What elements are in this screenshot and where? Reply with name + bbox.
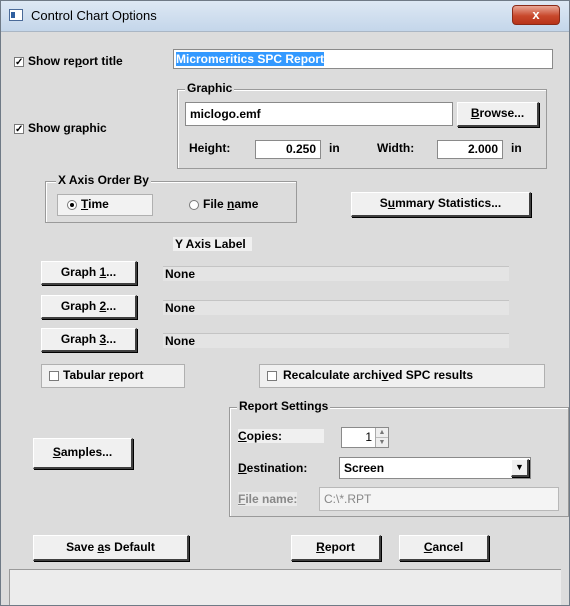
time-radio-label[interactable]: Time [81, 197, 109, 211]
control-chart-options-dialog: Control Chart Options x ✓ Show report ti… [0, 0, 570, 606]
close-button[interactable]: x [512, 5, 560, 25]
copies-label: Copies: [238, 429, 324, 443]
time-radio[interactable] [67, 200, 77, 210]
height-label: Height: [189, 141, 231, 155]
spinner-up-icon[interactable]: ▲ [376, 428, 388, 438]
app-window-icon [9, 9, 23, 21]
graph-3-y-axis-label: None [163, 333, 509, 348]
width-unit: in [511, 141, 522, 155]
report-title-input[interactable]: Micromeritics SPC Report [173, 49, 553, 69]
status-bar [9, 569, 561, 605]
graphic-group-title: Graphic [185, 81, 235, 95]
copies-spinner[interactable]: ▲ ▼ [375, 428, 388, 447]
graph-2-button[interactable]: Graph 2... [41, 295, 137, 319]
graph-2-y-axis-label: None [163, 300, 509, 315]
show-report-title-label[interactable]: Show report title [28, 54, 123, 68]
destination-select[interactable]: Screen [339, 457, 531, 479]
title-bar[interactable]: Control Chart Options x [1, 1, 569, 32]
file-name-radio[interactable] [189, 200, 199, 210]
file-name-label: File name: [238, 492, 298, 506]
report-settings-title: Report Settings [237, 399, 331, 413]
recalculate-label[interactable]: Recalculate archived SPC results [283, 368, 473, 382]
report-button[interactable]: Report [291, 535, 381, 561]
recalculate-checkbox[interactable] [267, 371, 277, 381]
file-name-radio-label[interactable]: File name [203, 197, 258, 211]
width-label: Width: [377, 141, 415, 155]
window-title: Control Chart Options [31, 8, 157, 23]
summary-statistics-button[interactable]: Summary Statistics... [351, 192, 531, 217]
destination-label: Destination: [238, 461, 308, 475]
height-unit: in [329, 141, 340, 155]
save-as-default-button[interactable]: Save as Default [33, 535, 189, 561]
graphic-file-input[interactable]: miclogo.emf [185, 102, 453, 126]
width-input[interactable]: 2.000 [437, 140, 503, 159]
height-input[interactable]: 0.250 [255, 140, 321, 159]
file-name-input: C:\*.RPT [319, 487, 559, 511]
cancel-button[interactable]: Cancel [399, 535, 489, 561]
samples-button[interactable]: Samples... [33, 438, 133, 469]
show-graphic-checkbox[interactable]: ✓ [14, 124, 24, 135]
show-graphic-label[interactable]: Show graphic [28, 121, 107, 135]
y-axis-label-header: Y Axis Label [173, 237, 252, 251]
x-axis-order-title: X Axis Order By [56, 173, 151, 187]
graph-1-y-axis-label: None [163, 266, 509, 281]
graph-1-button[interactable]: Graph 1... [41, 261, 137, 285]
chevron-down-icon[interactable]: ▼ [511, 459, 529, 477]
graph-3-button[interactable]: Graph 3... [41, 328, 137, 352]
spinner-down-icon[interactable]: ▼ [376, 438, 388, 447]
report-title-value: Micromeritics SPC Report [176, 52, 325, 66]
browse-button[interactable]: Browse... [457, 102, 539, 127]
tabular-report-checkbox[interactable] [49, 371, 59, 381]
show-report-title-checkbox[interactable]: ✓ [14, 57, 24, 68]
tabular-report-label[interactable]: Tabular report [63, 368, 143, 382]
